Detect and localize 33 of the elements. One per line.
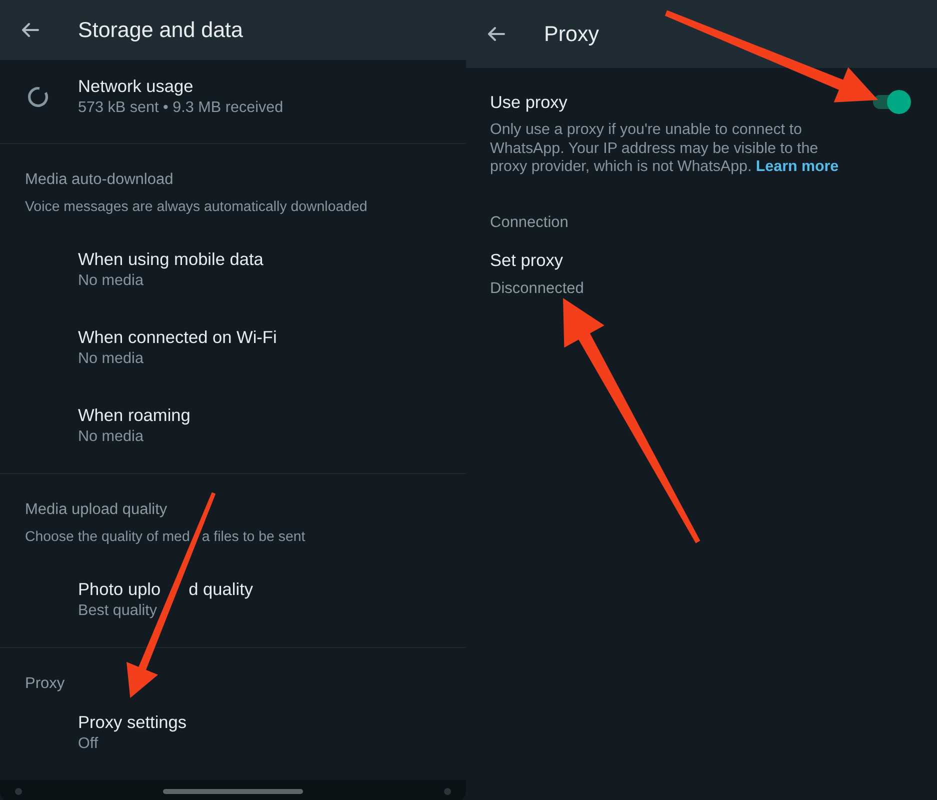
item-title[interactable]: Proxy settings (78, 711, 187, 733)
setting-label: Use proxy (490, 91, 568, 113)
section-note: Choose the quality of med (25, 528, 190, 547)
item-title[interactable]: When roaming (78, 404, 190, 426)
back-icon[interactable] (21, 23, 39, 37)
item-title[interactable]: Network usage (78, 75, 194, 97)
item-subtitle: No media (78, 271, 144, 291)
dot-icon (444, 788, 451, 795)
item-title[interactable]: When using mobile data (78, 248, 264, 270)
screen-title: Proxy (544, 21, 599, 47)
section-heading: Connection (490, 212, 568, 232)
dot-icon (15, 788, 22, 795)
item-title[interactable]: Set proxy (490, 248, 563, 270)
description-text: Only use a proxy if you're unable to connect to WhatsApp. Your IP address may be visible to the proxy provider, which is not WhatsApp. Learn more (490, 121, 840, 176)
section-heading: Media auto-download (25, 170, 174, 190)
item-subtitle: Best quality (78, 601, 158, 621)
item-title[interactable]: When connected on Wi-Fi (78, 326, 277, 348)
learn-more-link[interactable]: Learn more (756, 158, 839, 175)
section-heading: Media upload quality (25, 500, 168, 520)
section-note: a files to be sent (202, 528, 306, 547)
status-text: Disconnected (490, 278, 584, 298)
item-subtitle: Off (78, 734, 98, 754)
toggle-switch[interactable] (871, 90, 911, 114)
item-subtitle: No media (78, 427, 144, 447)
section-heading: Proxy (25, 674, 65, 694)
back-icon[interactable] (487, 27, 505, 41)
screen-title: Storage and data (78, 17, 243, 43)
section-note: Voice messages are always automatically downloaded (25, 198, 368, 217)
item-subtitle: 573 kB sent • 9.3 MB received (78, 98, 284, 118)
item-title[interactable]: Photo uplo (78, 578, 161, 600)
item-subtitle: No media (78, 349, 144, 369)
item-title[interactable]: d quality (188, 578, 254, 600)
ring-icon (27, 86, 49, 108)
